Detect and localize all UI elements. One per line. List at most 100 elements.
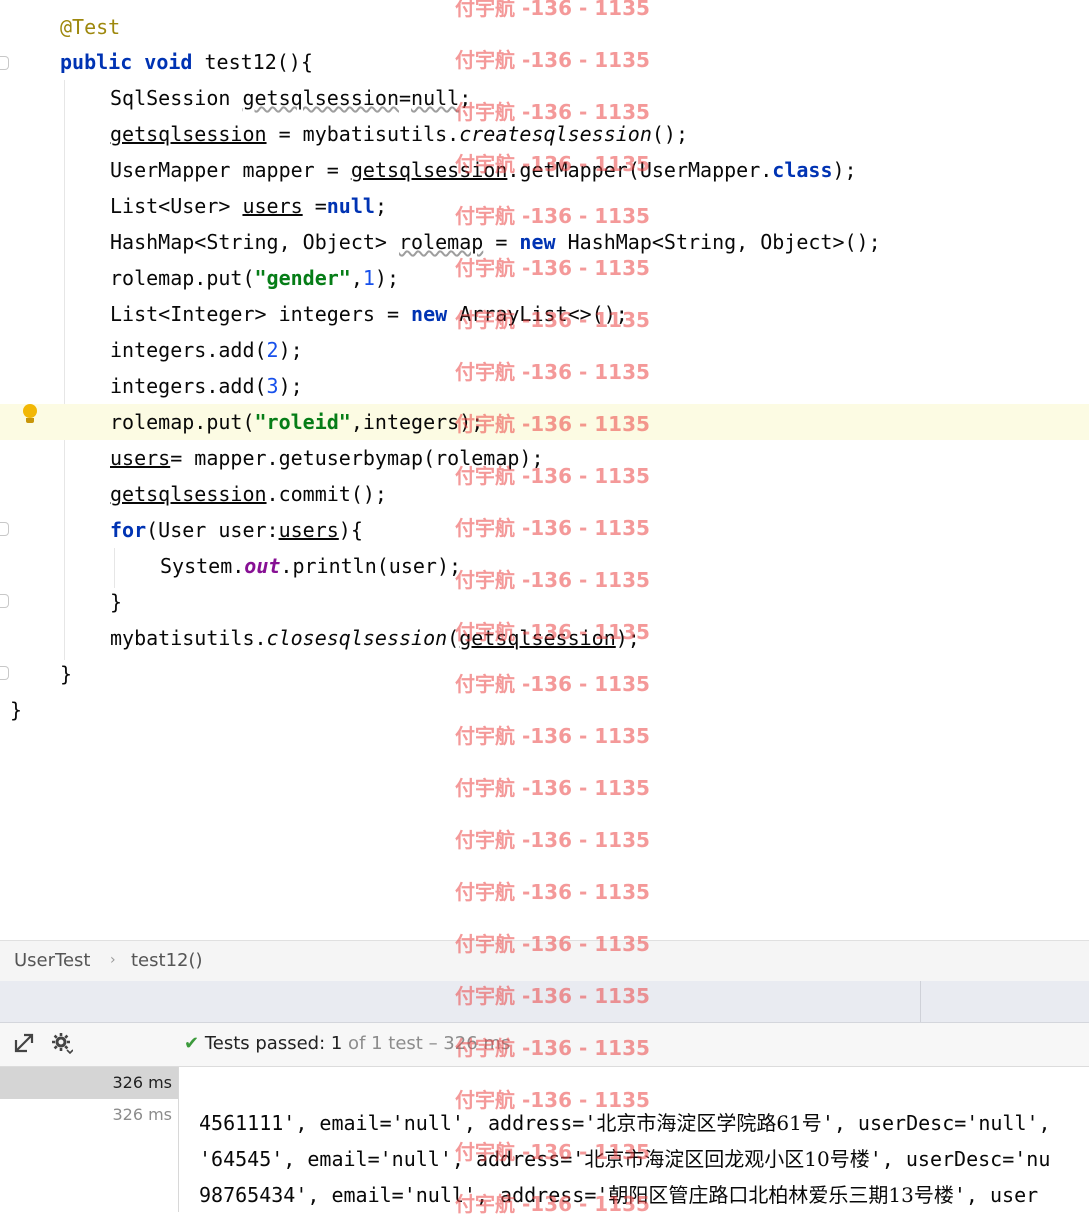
export-icon[interactable]: [12, 1032, 36, 1056]
code-text: getsqlsession = mybatisutils.createsqlse…: [110, 116, 688, 152]
code-token: = mapper.getuserbymap(rolemap);: [170, 446, 544, 470]
code-token: ();: [651, 122, 688, 146]
console-address: 北京市海淀区回龙观小区10号楼: [584, 1147, 870, 1171]
console-line: '64545', email='null', address='北京市海淀区回龙…: [199, 1141, 1089, 1177]
code-line[interactable]: mybatisutils.closesqlsession(getsqlsessi…: [0, 620, 1089, 656]
code-text: getsqlsession.commit();: [110, 476, 387, 512]
code-token: List<User>: [110, 194, 243, 218]
code-line[interactable]: for(User user:users){: [0, 512, 1089, 548]
code-token: getsqlsession: [110, 122, 267, 146]
code-token: }: [110, 590, 123, 614]
gear-icon[interactable]: [50, 1032, 74, 1056]
code-line[interactable]: users= mapper.getuserbymap(rolemap);: [0, 440, 1089, 476]
code-token: 2: [266, 338, 279, 362]
code-line[interactable]: UserMapper mapper = getsqlsession.getMap…: [0, 152, 1089, 188]
console-text: 4561111', email='null', address=': [199, 1111, 597, 1135]
code-text: @Test: [60, 9, 120, 45]
code-line[interactable]: rolemap.put("gender",1);: [0, 260, 1089, 296]
code-token: @Test: [60, 15, 121, 39]
code-token: =: [483, 230, 520, 254]
passed-count: 1: [330, 1033, 343, 1054]
code-line[interactable]: }: [0, 656, 1089, 692]
code-token: .commit();: [266, 482, 387, 506]
code-token: void: [144, 50, 205, 74]
test-duration: 326 ms: [112, 1073, 172, 1092]
code-token: new: [519, 230, 556, 254]
code-token: = mybatisutils.: [266, 122, 460, 146]
code-text: rolemap.put("roleid",integers);: [110, 404, 483, 440]
code-token: .println(user);: [280, 554, 462, 578]
lightbulb-icon[interactable]: [22, 404, 38, 426]
code-text: UserMapper mapper = getsqlsession.getMap…: [110, 152, 857, 188]
console-line: 98765434', email='null', address='朝阳区管庄路…: [199, 1177, 1089, 1212]
code-line[interactable]: integers.add(3);: [0, 368, 1089, 404]
console-output[interactable]: 4561111', email='null', address='北京市海淀区学…: [179, 1067, 1089, 1212]
code-line[interactable]: }: [0, 584, 1089, 620]
code-line[interactable]: List<User> users =null;: [0, 188, 1089, 224]
console-text: ', user: [953, 1183, 1039, 1207]
code-token: =: [399, 86, 412, 110]
code-token: ){: [338, 518, 363, 542]
code-line[interactable]: getsqlsession.commit();: [0, 476, 1089, 512]
code-token: UserMapper mapper =: [110, 158, 351, 182]
code-token: getsqlsession: [242, 86, 399, 110]
code-text: }: [110, 584, 122, 620]
code-token: ,integers);: [350, 410, 484, 434]
code-text: integers.add(3);: [110, 368, 303, 404]
code-line[interactable]: List<Integer> integers = new ArrayList<>…: [0, 296, 1089, 332]
code-token: new: [411, 302, 448, 326]
test-tree-row[interactable]: 326 ms: [0, 1099, 178, 1131]
code-line[interactable]: SqlSession getsqlsession=null;: [0, 80, 1089, 116]
code-token: ;: [374, 194, 387, 218]
code-token: getsqlsession: [350, 158, 508, 182]
code-editor[interactable]: @Test public void test12(){SqlSession get…: [0, 0, 1089, 940]
test-tree: 326 ms 326 ms: [0, 1067, 179, 1212]
code-token: (: [447, 626, 460, 650]
code-token: rolemap.put(: [110, 410, 255, 434]
code-token: getsqlsession: [459, 626, 616, 650]
code-text: List<User> users =null;: [110, 188, 387, 224]
code-token: System.: [160, 554, 245, 578]
code-text: users= mapper.getuserbymap(rolemap);: [110, 440, 544, 476]
code-token: );: [278, 338, 303, 362]
code-line[interactable]: rolemap.put("roleid",integers);: [0, 404, 1089, 440]
code-line[interactable]: public void test12(){: [0, 44, 1089, 80]
code-token: ;: [459, 86, 472, 110]
code-token: users: [110, 446, 171, 470]
code-token: null: [411, 86, 460, 110]
test-duration: 326 ms: [112, 1105, 172, 1124]
code-text: }: [60, 656, 72, 692]
code-line[interactable]: }: [0, 692, 1089, 728]
code-token: "gender": [254, 266, 351, 290]
breadcrumb: UserTest › test12(): [0, 940, 1089, 982]
code-token: ,: [350, 266, 363, 290]
code-token: integers.add(: [110, 374, 267, 398]
code-line[interactable]: @Test: [0, 9, 1089, 45]
code-token: public: [60, 50, 145, 74]
code-token: rolemap.put(: [110, 266, 255, 290]
code-token: }: [10, 698, 23, 722]
code-token: );: [832, 158, 857, 182]
breadcrumb-class[interactable]: UserTest: [14, 950, 90, 971]
code-token: (User user:: [146, 518, 279, 542]
console-address: 北京市海淀区学院路61号: [596, 1111, 822, 1135]
code-token: List<Integer> integers =: [110, 302, 412, 326]
code-token: test12(){: [204, 50, 313, 74]
run-tabstrip: [0, 981, 1089, 1023]
code-line[interactable]: getsqlsession = mybatisutils.createsqlse…: [0, 116, 1089, 152]
test-tree-row[interactable]: 326 ms: [0, 1067, 178, 1099]
status-prefix: Tests passed:: [204, 1033, 331, 1054]
code-token: HashMap<String, Object>: [110, 230, 399, 254]
console-text: ', userDesc='nu: [869, 1147, 1051, 1171]
code-line[interactable]: HashMap<String, Object> rolemap = new Ha…: [0, 224, 1089, 260]
code-text: for(User user:users){: [110, 512, 363, 548]
code-text: mybatisutils.closesqlsession(getsqlsessi…: [110, 620, 640, 656]
code-line[interactable]: integers.add(2);: [0, 332, 1089, 368]
breadcrumb-separator: ›: [110, 952, 116, 968]
code-token: users: [242, 194, 303, 218]
breadcrumb-method[interactable]: test12(): [131, 950, 203, 971]
code-text: List<Integer> integers = new ArrayList<>…: [110, 296, 628, 332]
code-token: HashMap<String, Object>();: [555, 230, 881, 254]
code-line[interactable]: System.out.println(user);: [0, 548, 1089, 584]
code-token: getsqlsession: [110, 482, 267, 506]
